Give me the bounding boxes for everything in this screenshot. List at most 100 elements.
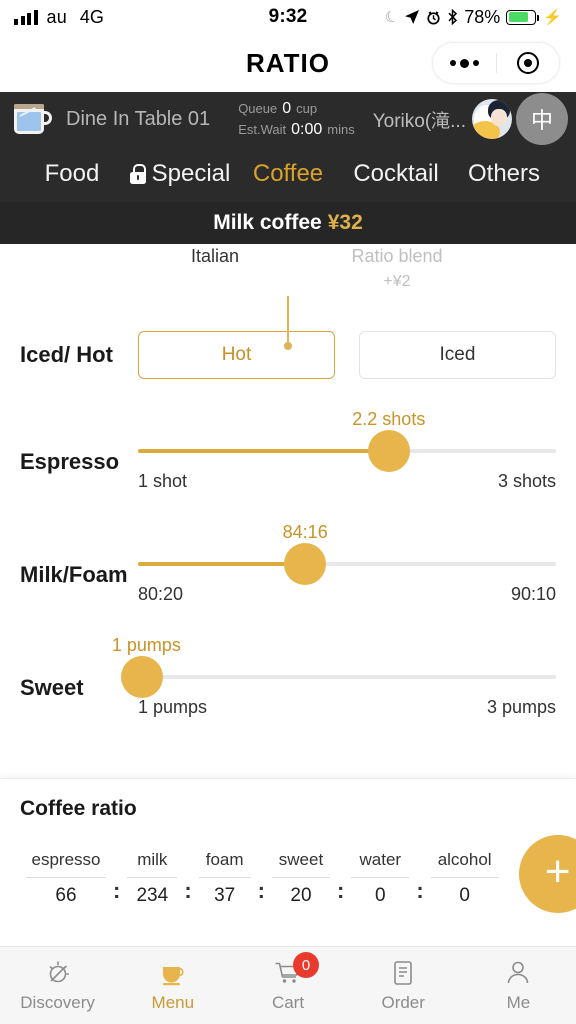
alarm-icon (426, 10, 441, 25)
add-to-cart-button[interactable]: + (518, 835, 576, 913)
coffee-ratio-body: espresso 66 : milk 234 : foam 37 : sweet… (20, 835, 576, 913)
milk-foam-slider[interactable]: 84:16 80:20 90:10 (138, 522, 556, 605)
wait-value: 0:00 (291, 120, 323, 138)
order-info-bar: Dine In Table 01 Queue 0 cup Est.Wait 0:… (0, 92, 576, 146)
moon-icon: ☾ (382, 6, 401, 28)
nav-item-order[interactable]: Order (346, 958, 461, 1013)
nav-order-label: Order (381, 993, 425, 1012)
ratio-sweet-value: 20 (290, 884, 312, 906)
battery-icon (506, 9, 540, 25)
ratio-alcohol-value: 0 (459, 884, 470, 906)
nav-item-menu[interactable]: Menu (115, 958, 230, 1013)
espresso-thumb[interactable] (367, 430, 410, 472)
espresso-value: 2.2 shots (352, 409, 426, 429)
ratio-alcohol-line (430, 876, 499, 878)
nav-cart-label: Cart (271, 993, 305, 1012)
ratio-item-milk[interactable]: milk 234 (121, 850, 183, 907)
cart-icon: 0 (273, 952, 319, 988)
milk-foam-thumb[interactable] (284, 543, 327, 585)
bluetooth-icon (447, 9, 458, 25)
espresso-label: Espresso (20, 449, 120, 474)
nav-item-cart[interactable]: 0 Cart (230, 952, 345, 1013)
bottom-navigation: Discovery Menu 0 Cart Order Me (0, 946, 576, 1024)
nav-discovery-label: Discovery (20, 993, 95, 1012)
milk-foam-value: 84:16 (282, 522, 328, 542)
queue-info: Queue 0 cup Est.Wait 0:00 mins (238, 99, 355, 140)
charging-bolt-icon: ⚡ (543, 9, 562, 26)
hot-button[interactable]: Hot (138, 331, 335, 379)
ratio-item-espresso[interactable]: espresso 66 (20, 850, 112, 907)
ratio-separator: : (257, 877, 265, 903)
ratio-item-sweet[interactable]: sweet 20 (266, 850, 336, 907)
wait-unit: mins (327, 121, 355, 137)
wait-key: Est.Wait (238, 121, 287, 137)
sweet-min-label: 1 pumps (138, 697, 208, 717)
table-label[interactable]: Dine In Table 01 (66, 108, 210, 131)
tab-others-label: Others (467, 160, 541, 187)
ratio-separator: : (184, 877, 192, 903)
sweet-max-label: 3 pumps (486, 697, 556, 717)
tab-cocktail[interactable]: Cocktail (342, 160, 450, 188)
tab-others[interactable]: Others (450, 160, 558, 188)
target-icon (516, 52, 539, 74)
milk-foam-max-label: 90:10 (510, 584, 556, 604)
blend-option-italian[interactable]: Italian (150, 246, 280, 291)
sweet-track[interactable] (121, 656, 556, 698)
person-icon (503, 958, 533, 988)
tab-food[interactable]: Food (18, 160, 126, 188)
milk-foam-label: Milk/Foam (20, 562, 128, 587)
language-toggle-button[interactable]: 中 (516, 93, 568, 145)
app-screen: au 4G 9:32 ☾ 78% ⚡ RATIO Dine In Table 0… (0, 0, 576, 1024)
miniprogram-capsule[interactable] (432, 42, 560, 84)
cart-badge: 0 (293, 952, 319, 978)
sweet-value: 1 pumps (111, 635, 181, 655)
discovery-icon (43, 958, 73, 988)
user-area[interactable]: Yoriko(滝... 中 (373, 93, 568, 145)
ratio-water-label: water (359, 849, 402, 869)
coffee-ratio-items: espresso 66 : milk 234 : foam 37 : sweet… (20, 850, 505, 907)
close-miniprogram-button[interactable] (497, 52, 560, 74)
lock-icon (129, 164, 147, 184)
nav-me-label: Me (506, 993, 531, 1012)
milk-foam-slider-block: Milk/Foam 84:16 80:20 90:10 (0, 522, 576, 605)
espresso-slider-block: Espresso 2.2 shots 1 shot 3 shots (0, 409, 576, 492)
ratio-alcohol-label: alcohol (437, 849, 492, 869)
ratio-espresso-value: 66 (55, 884, 77, 906)
blend-options: Italian Ratio blend +¥2 (0, 244, 576, 291)
item-title-bar: Milk coffee ¥32 (0, 202, 576, 244)
ratio-espresso-label: espresso (31, 849, 101, 869)
nav-item-discovery[interactable]: Discovery (0, 958, 115, 1013)
milk-foam-track[interactable] (138, 543, 556, 585)
ratio-separator: : (113, 877, 121, 903)
ratio-water-line (351, 876, 410, 878)
espresso-fill (138, 449, 389, 453)
tab-special[interactable]: Special (126, 160, 234, 188)
milk-foam-min-label: 80:20 (138, 584, 184, 604)
ratio-sweet-line (271, 876, 330, 878)
iced-button[interactable]: Iced (359, 331, 556, 379)
ratio-item-water[interactable]: water 0 (345, 850, 415, 907)
ratio-item-foam[interactable]: foam 37 (193, 850, 257, 907)
sweet-slider[interactable]: 1 pumps 1 pumps 3 pumps (112, 635, 556, 718)
sweet-thumb[interactable] (121, 656, 164, 698)
user-name-label: Yoriko(滝... (372, 110, 466, 132)
espresso-track[interactable] (138, 430, 556, 472)
cup-icon (158, 958, 188, 988)
milk-foam-fill (138, 562, 306, 566)
nav-item-me[interactable]: Me (461, 958, 576, 1013)
ratio-separator: : (336, 877, 345, 903)
avatar[interactable] (472, 99, 512, 139)
ratio-separator: : (416, 877, 424, 903)
tab-coffee-label: Coffee (252, 160, 324, 187)
tab-coffee[interactable]: Coffee (234, 160, 342, 188)
ratio-item-alcohol[interactable]: alcohol 0 (425, 850, 505, 907)
status-bar: au 4G 9:32 ☾ 78% ⚡ (0, 0, 576, 34)
status-bar-right: ☾ 78% ⚡ (382, 6, 562, 28)
queue-unit: cup (296, 100, 318, 116)
more-button[interactable] (433, 58, 496, 68)
espresso-slider[interactable]: 2.2 shots 1 shot 3 shots (138, 409, 556, 492)
plus-icon: + (544, 846, 571, 896)
app-titlebar: RATIO (0, 34, 576, 92)
iced-hot-label: Iced/ Hot (20, 342, 113, 367)
blend-option-ratio-blend[interactable]: Ratio blend +¥2 (332, 246, 462, 291)
